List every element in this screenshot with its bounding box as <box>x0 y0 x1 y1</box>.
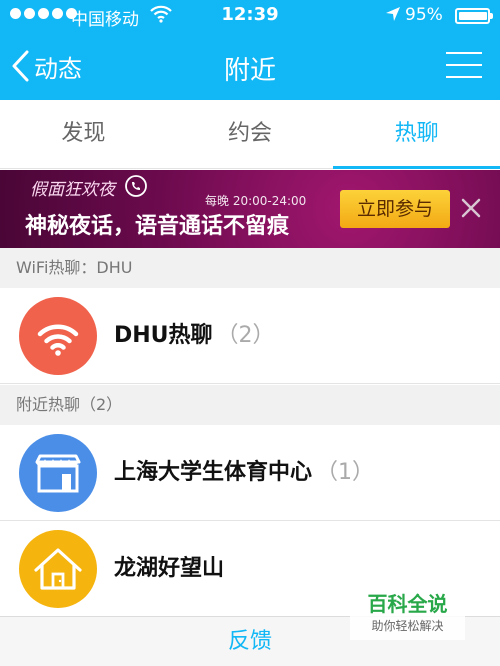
banner-slogan: 神秘夜话，语音通话不留痕 <box>25 214 290 239</box>
battery-percent: 95% <box>405 5 443 25</box>
watermark-sub: 助你轻松解决 <box>371 619 444 633</box>
battery-icon <box>455 8 493 24</box>
nearby-section-header: 附近热聊（2） <box>0 385 500 425</box>
banner-logo: 假面狂欢夜 <box>30 180 115 200</box>
menu-icon[interactable] <box>446 50 482 80</box>
avatar <box>19 434 97 512</box>
banner-schedule: 每晚 20:00-24:00 <box>205 194 307 208</box>
status-bar: 中国移动 12:39 95% <box>0 0 500 32</box>
tab-hot-chat[interactable]: 热聊 <box>333 100 500 169</box>
shop-icon <box>35 454 81 493</box>
promo-banner[interactable]: 假面狂欢夜 每晚 20:00-24:00 神秘夜话，语音通话不留痕 立即参与 <box>0 170 500 248</box>
join-now-button[interactable]: 立即参与 <box>340 190 450 228</box>
house-icon <box>34 548 82 590</box>
close-icon[interactable] <box>460 197 482 219</box>
avatar <box>19 297 97 375</box>
page-title: 附近 <box>223 56 276 86</box>
location-arrow-icon <box>386 7 400 21</box>
watermark: 百科全说 助你轻松解决 <box>350 590 465 640</box>
watermark-main: 百科全说 <box>367 592 448 616</box>
list-item-sports-center[interactable]: 上海大学生体育中心 （1） <box>0 425 500 521</box>
tab-discover[interactable]: 发现 <box>0 100 167 168</box>
wifi-section-header: WiFi热聊：DHU <box>0 248 500 288</box>
phone-icon <box>125 175 147 197</box>
top-header: 中国移动 12:39 95% 动态 附近 <box>0 0 500 100</box>
tab-dating[interactable]: 约会 <box>167 100 334 168</box>
list-item-dhu[interactable]: DHU热聊 （2） <box>0 288 500 384</box>
wifi-icon <box>37 324 79 356</box>
list-item-title: 上海大学生体育中心 （1） <box>114 460 375 485</box>
avatar <box>19 530 97 608</box>
member-count: （2） <box>216 323 275 348</box>
list-item-title: 龙湖好望山 <box>114 556 225 581</box>
member-count: （1） <box>316 460 375 485</box>
tab-bar: 发现 约会 热聊 <box>0 100 500 169</box>
list-item-title: DHU热聊 （2） <box>114 323 275 348</box>
